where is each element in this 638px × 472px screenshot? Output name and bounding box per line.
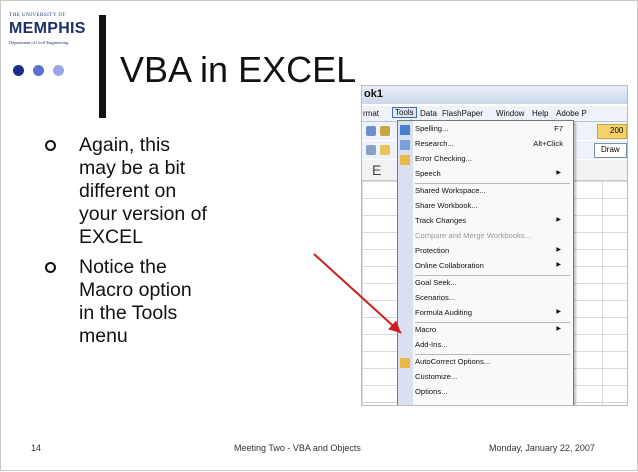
menu-item-formula-auditing[interactable]: Formula Auditing ▶ <box>415 308 565 321</box>
footer-title: Meeting Two - VBA and Objects <box>234 443 361 453</box>
menu-item-icon <box>400 140 410 150</box>
menu-item-label: Error Checking... <box>415 154 472 163</box>
bullet-marker-icon <box>45 140 56 151</box>
menu-separator <box>415 183 570 184</box>
menu-item-online-collaboration[interactable]: Online Collaboration ▶ <box>415 261 565 274</box>
bullet-item: Notice the Macro option in the Tools men… <box>39 256 299 348</box>
slide: The University of MEMPHIS Department of … <box>0 0 638 471</box>
menu-item-add-ins[interactable]: Add-Ins... <box>415 340 565 353</box>
menu-item-compare-and-merge-workbooks[interactable]: Compare and Merge Workbooks... <box>415 231 565 244</box>
logo-department: Department of Civil Engineering <box>9 40 69 45</box>
menu-item-share-workbook[interactable]: Share Workbook... <box>415 201 565 214</box>
bullet-item: Again, this may be a bit different on yo… <box>39 134 299 249</box>
menu-item-spelling[interactable]: Spelling... F7 <box>415 124 565 137</box>
menu-item-protection[interactable]: Protection ▶ <box>415 246 565 259</box>
toolbar-icon[interactable] <box>380 126 390 136</box>
logo-name: MEMPHIS <box>9 20 86 37</box>
draw-button[interactable]: Draw <box>594 143 627 158</box>
menu-item-label: AutoCorrect Options... <box>415 357 491 366</box>
menu-item-macro[interactable]: Macro ▶ <box>415 325 565 338</box>
zoom-button[interactable]: 200 <box>597 124 627 139</box>
menu-item-label: Protection <box>415 246 450 255</box>
submenu-arrow-icon: ▶ <box>556 262 561 268</box>
logo-university-text: The University of <box>9 13 66 18</box>
menu-flashpaper[interactable]: FlashPaper <box>442 109 483 118</box>
submenu-arrow-icon: ▶ <box>556 247 561 253</box>
toolbar-icon[interactable] <box>366 145 376 155</box>
bullet-text: Notice the Macro option in the Tools men… <box>79 256 192 347</box>
toolbar-icon[interactable] <box>366 126 376 136</box>
menu-item-label: Formula Auditing <box>415 308 472 317</box>
menu-separator <box>415 354 570 355</box>
menu-item-goal-seek[interactable]: Goal Seek... <box>415 278 565 291</box>
menu-item-label: Customize... <box>415 372 458 381</box>
menu-item-shared-workspace[interactable]: Shared Workspace... <box>415 186 565 199</box>
title-dots <box>13 65 81 79</box>
menu-adobe[interactable]: Adobe P <box>556 109 587 118</box>
menu-item-speech[interactable]: Speech ▶ <box>415 169 565 182</box>
zoom-label: 200 <box>610 126 624 135</box>
menu-item-label: Speech <box>415 169 441 178</box>
toolbar-icon[interactable] <box>380 145 390 155</box>
slide-title: VBA in EXCEL <box>120 49 357 90</box>
draw-label: Draw <box>601 145 620 154</box>
submenu-arrow-icon: ▶ <box>556 170 561 176</box>
dot-medium <box>33 65 44 76</box>
menu-item-label: Macro <box>415 325 437 334</box>
menu-item-shortcut: Alt+Click <box>533 139 563 148</box>
dot-light <box>53 65 64 76</box>
submenu-arrow-icon: ▶ <box>556 326 561 332</box>
menu-window[interactable]: Window <box>496 109 524 118</box>
menu-item-label: Options... <box>415 387 448 396</box>
submenu-arrow-icon: ▶ <box>556 217 561 223</box>
menu-item-label: Add-Ins... <box>415 340 448 349</box>
menu-tools[interactable]: Tools <box>392 107 417 118</box>
menu-item-customize[interactable]: Customize... <box>415 372 565 385</box>
menu-item-label: Shared Workspace... <box>415 186 486 195</box>
menu-item-label: Compare and Merge Workbooks... <box>415 231 531 240</box>
footer-date: Monday, January 22, 2007 <box>489 443 595 453</box>
menu-item-shortcut: F7 <box>554 124 563 133</box>
menu-item-label: Research... <box>415 139 454 148</box>
menu-item-track-changes[interactable]: Track Changes ▶ <box>415 216 565 229</box>
window-title: ok1 <box>364 88 383 100</box>
menu-item-icon <box>400 155 410 165</box>
menu-item-label: Spelling... <box>415 124 449 133</box>
menu-item-label: Goal Seek... <box>415 278 457 287</box>
menu-item-label: Share Workbook... <box>415 201 478 210</box>
menu-separator <box>415 322 570 323</box>
menu-item-research[interactable]: Research... Alt+Click <box>415 139 565 152</box>
bullet-marker-icon <box>45 262 56 273</box>
tools-menu: Spelling... F7 Research... Alt+Click Error C… <box>397 120 574 405</box>
menu-item-icon <box>400 358 410 368</box>
column-header-e[interactable]: E <box>372 162 381 178</box>
menu-item-options[interactable]: Options... <box>415 387 565 400</box>
bullet-text: Again, this may be a bit different on yo… <box>79 134 207 248</box>
university-logo: The University of MEMPHIS Department of … <box>9 13 101 49</box>
menu-item-autocorrect-options[interactable]: AutoCorrect Options... <box>415 357 565 370</box>
menu-item-label: Scenarios... <box>415 293 456 302</box>
menu-item-label: Online Collaboration <box>415 261 484 270</box>
menu-data[interactable]: Data <box>420 109 437 118</box>
menu-separator <box>415 275 570 276</box>
menu-item-scenarios[interactable]: Scenarios... <box>415 293 565 306</box>
footer-page-number: 14 <box>31 443 42 453</box>
title-divider-bar <box>99 15 106 118</box>
submenu-arrow-icon: ▶ <box>556 309 561 315</box>
menu-item-error-checking[interactable]: Error Checking... <box>415 154 565 167</box>
menu-help[interactable]: Help <box>532 109 548 118</box>
window-titlebar: ok1 <box>362 86 627 104</box>
bullet-list: Again, this may be a bit different on yo… <box>39 134 299 355</box>
excel-screenshot: ok1 rmat Tools Data FlashPaper Window He… <box>361 85 628 406</box>
menu-item-label: Track Changes <box>415 216 467 225</box>
menu-item-icon <box>400 125 410 135</box>
dot-dark <box>13 65 24 76</box>
menu-format[interactable]: rmat <box>363 109 379 118</box>
